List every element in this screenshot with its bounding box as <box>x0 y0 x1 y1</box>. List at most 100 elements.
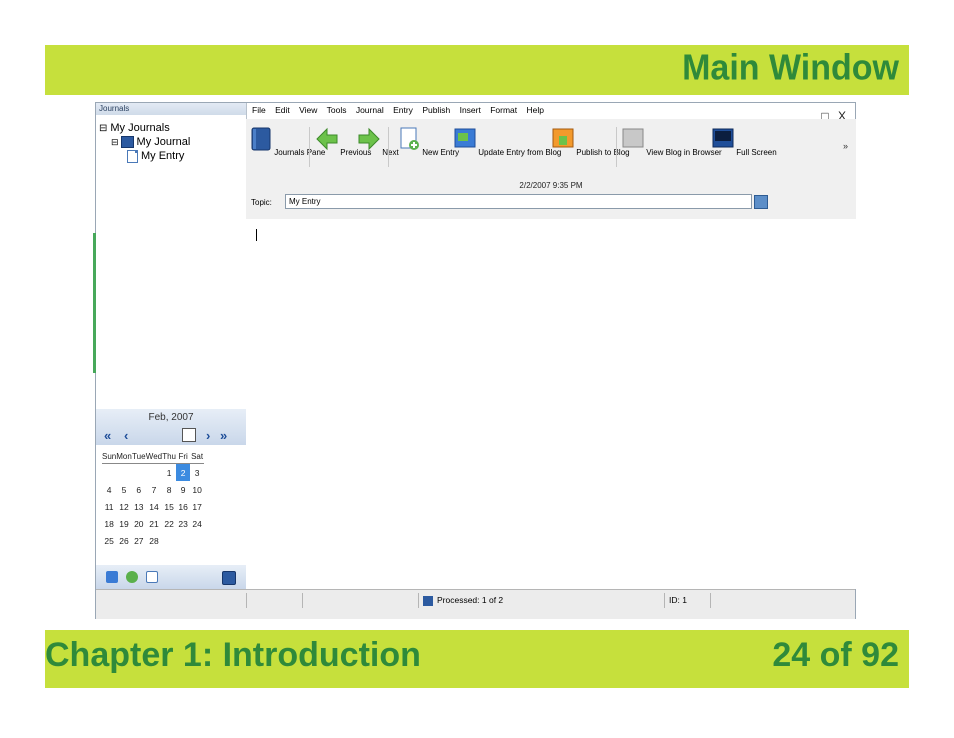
calendar-day-selected[interactable]: 2 <box>176 463 191 481</box>
slide-title: Main Window <box>682 48 899 88</box>
prev-year-button[interactable]: « <box>104 428 111 443</box>
publish-icon <box>552 128 574 148</box>
update-entry-button[interactable]: Update Entry from Blog <box>454 127 561 157</box>
toolbar-separator <box>388 127 389 167</box>
arrow-right-icon <box>358 127 380 151</box>
calendar-day[interactable]: 11 <box>102 498 116 515</box>
menu-file[interactable]: File <box>252 105 266 115</box>
status-cell <box>302 593 417 608</box>
view-blog-button[interactable]: View Blog in Browser <box>622 127 722 157</box>
journals-pane-button[interactable]: Journals Pane <box>250 127 325 157</box>
journal-icon <box>251 127 271 151</box>
journals-pane: Journals ⊟ My Journals ⊟ My Journal My Ent… <box>96 103 247 589</box>
entry-page-icon <box>127 149 138 163</box>
entry-editor[interactable] <box>246 219 856 589</box>
calendar-day[interactable]: 22 <box>162 515 176 532</box>
calendar-day[interactable]: 10 <box>190 481 204 498</box>
calendar-day[interactable]: 6 <box>132 481 146 498</box>
journals-pane-header: Journals <box>96 103 246 115</box>
processed-icon <box>423 595 433 606</box>
calendar-day[interactable]: 13 <box>132 498 146 515</box>
calendar-grid: Sun Mon Tue Wed Thu Fri Sat 1 2 3 4 5 6 … <box>102 449 205 549</box>
slide-footer-bar: Chapter 1: Introduction 24 of 92 <box>45 630 909 688</box>
calendar-day[interactable]: 21 <box>146 515 162 532</box>
publish-button[interactable]: Publish to Blog <box>552 127 630 157</box>
tree-item-my-entry[interactable]: My Entry <box>99 149 190 163</box>
menu-bar: File Edit View Tools Journal Entry Publi… <box>252 105 551 115</box>
calendar-weekdays: Sun Mon Tue Wed Thu Fri Sat <box>102 449 205 464</box>
status-cell <box>710 593 855 608</box>
calendar-day[interactable]: 12 <box>116 498 132 515</box>
calendar-day[interactable]: 23 <box>176 515 190 532</box>
next-year-button[interactable]: » <box>220 428 227 443</box>
calendar-month: Feb, 2007 <box>148 412 194 423</box>
slide-header-bar: Main Window <box>45 45 909 95</box>
menu-journal[interactable]: Journal <box>356 105 384 115</box>
topic-input[interactable]: My Entry <box>285 194 752 209</box>
web-icon[interactable] <box>126 571 138 583</box>
toolbar: Journals Pane Previous Next New Entry Up… <box>246 119 856 219</box>
calendar-day[interactable]: 15 <box>162 498 176 515</box>
collapse-icon[interactable]: ⊟ <box>99 123 107 134</box>
journal-tree: ⊟ My Journals ⊟ My Journal My Entry <box>99 121 190 163</box>
toolbar-separator <box>616 127 617 167</box>
menu-format[interactable]: Format <box>490 105 517 115</box>
arrow-left-icon <box>316 127 338 151</box>
calendar-day[interactable]: 9 <box>176 481 190 498</box>
menu-insert[interactable]: Insert <box>460 105 481 115</box>
status-bar: Processed: 1 of 2 ID: 1 <box>96 589 855 619</box>
calendar-week: 1 2 3 <box>102 463 204 482</box>
menu-publish[interactable]: Publish <box>422 105 450 115</box>
journal-view-icon[interactable] <box>106 571 118 583</box>
calendar-day[interactable]: 5 <box>116 481 132 498</box>
menu-tools[interactable]: Tools <box>327 105 347 115</box>
calendar-day[interactable]: 16 <box>176 498 190 515</box>
status-processed: Processed: 1 of 2 <box>418 593 663 608</box>
calendar-day[interactable]: 27 <box>132 532 146 549</box>
toolbar-overflow-icon[interactable]: » <box>843 141 848 151</box>
tree-item-my-journal[interactable]: ⊟ My Journal <box>99 135 190 149</box>
page-counter: 24 of 92 <box>772 636 899 674</box>
pane-footer <box>96 565 246 589</box>
list-icon[interactable] <box>146 571 158 583</box>
calendar-header: Feb, 2007 « ‹ › » <box>96 409 246 445</box>
update-entry-icon <box>454 128 476 148</box>
calendar-day[interactable]: 24 <box>190 515 204 532</box>
calendar-day[interactable]: 25 <box>102 532 116 549</box>
menu-entry[interactable]: Entry <box>393 105 413 115</box>
calendar-day[interactable]: 28 <box>146 532 162 549</box>
calendar-day[interactable]: 3 <box>190 464 204 482</box>
tree-item-my-journals[interactable]: ⊟ My Journals <box>99 121 190 135</box>
toolbar-separator <box>309 127 310 167</box>
new-entry-button[interactable]: New Entry <box>398 127 459 157</box>
new-entry-icon <box>400 127 419 150</box>
menu-edit[interactable]: Edit <box>275 105 290 115</box>
calendar-day[interactable]: 20 <box>132 515 146 532</box>
calendar-day[interactable]: 7 <box>146 481 162 498</box>
status-id: ID: 1 <box>664 593 711 608</box>
chapter-title: Chapter 1: Introduction <box>45 636 421 674</box>
calendar-day[interactable]: 8 <box>162 481 176 498</box>
full-screen-button[interactable]: Full Screen <box>712 127 777 157</box>
calendar-day[interactable]: 19 <box>116 515 132 532</box>
next-month-button[interactable]: › <box>206 428 210 443</box>
calendar-day[interactable]: 4 <box>102 481 116 498</box>
next-button[interactable]: Next <box>358 127 399 157</box>
calendar-day[interactable]: 17 <box>190 498 204 515</box>
calendar-day[interactable]: 18 <box>102 515 116 532</box>
journals-pane-toggle-icon[interactable] <box>222 571 236 585</box>
calendar-day[interactable]: 14 <box>146 498 162 515</box>
menu-help[interactable]: Help <box>527 105 544 115</box>
prev-month-button[interactable]: ‹ <box>124 428 128 443</box>
text-caret <box>256 229 257 241</box>
journal-book-icon <box>120 136 134 149</box>
topic-properties-icon[interactable] <box>754 195 768 209</box>
today-icon[interactable] <box>182 428 196 442</box>
calendar-day[interactable]: 26 <box>116 532 132 549</box>
entry-date: 2/2/2007 9:35 PM <box>519 181 583 190</box>
collapse-icon[interactable]: ⊟ <box>111 137 119 147</box>
topic-label: Topic: <box>251 198 272 207</box>
menu-view[interactable]: View <box>299 105 317 115</box>
browser-icon <box>622 128 644 148</box>
calendar-day[interactable]: 1 <box>162 464 176 482</box>
